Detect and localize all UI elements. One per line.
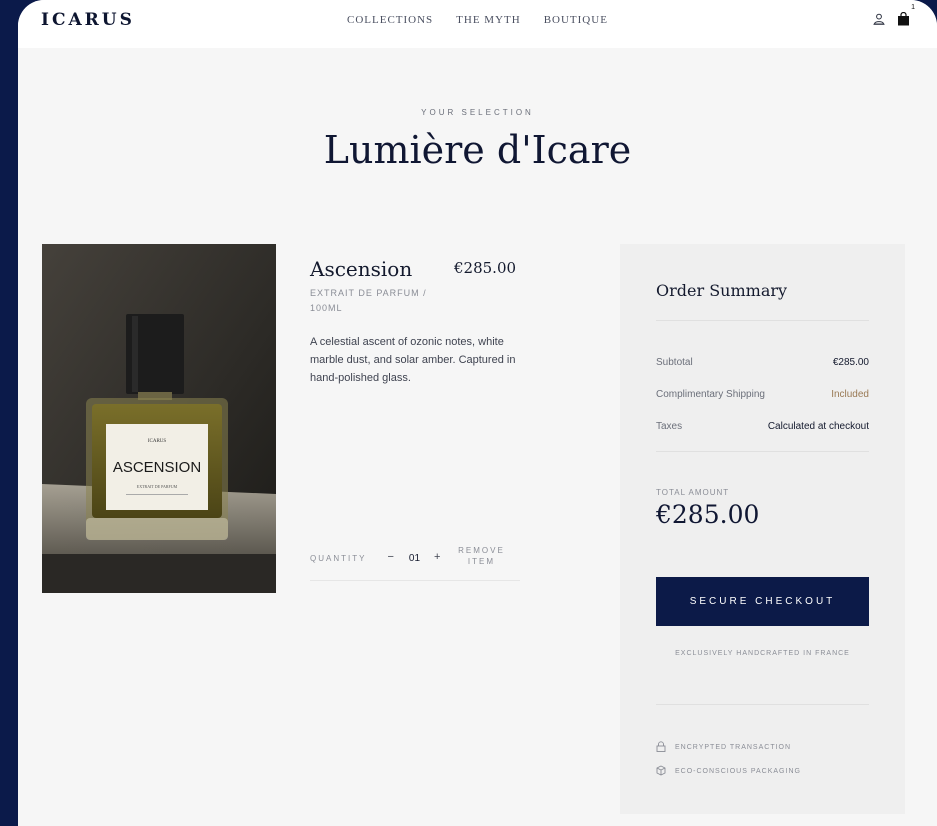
quantity-increase-button[interactable]: + [434, 551, 440, 563]
label-brand-text: ICARUS [148, 439, 167, 444]
total-amount-label: TOTAL AMOUNT [656, 488, 730, 497]
page-frame: ICARUS COLLECTIONS THE MYTH BOUTIQUE 1 Y… [18, 0, 937, 826]
order-summary-title: Order Summary [656, 281, 788, 300]
summary-divider [656, 704, 869, 705]
top-header: ICARUS COLLECTIONS THE MYTH BOUTIQUE 1 [18, 0, 937, 48]
brand-logo[interactable]: ICARUS [41, 10, 135, 30]
summary-divider [656, 451, 869, 452]
quantity-row: QUANTITY − 01 + REMOVE ITEM [310, 545, 520, 581]
main-nav: COLLECTIONS THE MYTH BOUTIQUE [347, 14, 608, 26]
quantity-label: QUANTITY [310, 554, 367, 563]
section-eyebrow: YOUR SELECTION [421, 108, 534, 117]
trust-item-encrypted: ENCRYPTED TRANSACTION [656, 741, 791, 754]
taxes-value: Calculated at checkout [767, 421, 869, 432]
shipping-row: Complimentary Shipping Included [656, 389, 869, 400]
nav-the-myth[interactable]: THE MYTH [456, 14, 521, 26]
taxes-row: Taxes Calculated at checkout [656, 421, 869, 432]
label-name-text: ASCENSION [113, 459, 201, 476]
quantity-decrease-button[interactable]: − [387, 551, 393, 563]
shipping-label: Complimentary Shipping [656, 389, 765, 400]
remove-item-button[interactable]: REMOVE ITEM [456, 545, 506, 567]
label-sub-text: EXTRAIT DE PARFUM [137, 484, 178, 489]
shopping-bag-icon[interactable]: 1 [897, 4, 915, 26]
subtotal-row: Subtotal €285.00 [656, 357, 869, 368]
page-title: Lumière d'Icare [323, 128, 632, 172]
shipping-value: Included [831, 389, 869, 400]
item-price: €285.00 [454, 259, 517, 277]
taxes-label: Taxes [656, 421, 683, 432]
item-variant: EXTRAIT DE PARFUM / 100ML [310, 288, 427, 313]
trust-label: ENCRYPTED TRANSACTION [675, 744, 792, 751]
subtotal-label: Subtotal [656, 357, 693, 368]
total-amount-value: €285.00 [656, 500, 760, 529]
trust-label: ECO-CONSCIOUS PACKAGING [675, 768, 801, 775]
product-image: ICARUS ASCENSION EXTRAIT DE PARFUM [42, 244, 276, 593]
trust-item-packaging: ECO-CONSCIOUS PACKAGING [656, 765, 801, 778]
handcrafted-note: EXCLUSIVELY HANDCRAFTED IN FRANCE [675, 650, 850, 657]
header-actions: 1 [873, 4, 915, 26]
subtotal-value: €285.00 [832, 357, 869, 368]
summary-divider [656, 320, 869, 321]
user-icon[interactable] [873, 13, 885, 25]
perfume-bottle-illustration: ICARUS ASCENSION EXTRAIT DE PARFUM [42, 244, 276, 593]
quantity-value: 01 [408, 553, 421, 564]
secure-checkout-button[interactable]: SECURE CHECKOUT [656, 577, 869, 626]
box-icon [656, 765, 666, 778]
nav-boutique[interactable]: BOUTIQUE [544, 14, 608, 26]
item-description: A celestial ascent of ozonic notes, whit… [310, 336, 516, 384]
nav-collections[interactable]: COLLECTIONS [347, 14, 433, 26]
order-summary-panel: Order Summary Subtotal €285.00 Complimen… [620, 244, 905, 814]
item-name[interactable]: Ascension [310, 257, 412, 281]
cart-count-badge: 1 [911, 4, 915, 11]
lock-icon [656, 741, 666, 754]
